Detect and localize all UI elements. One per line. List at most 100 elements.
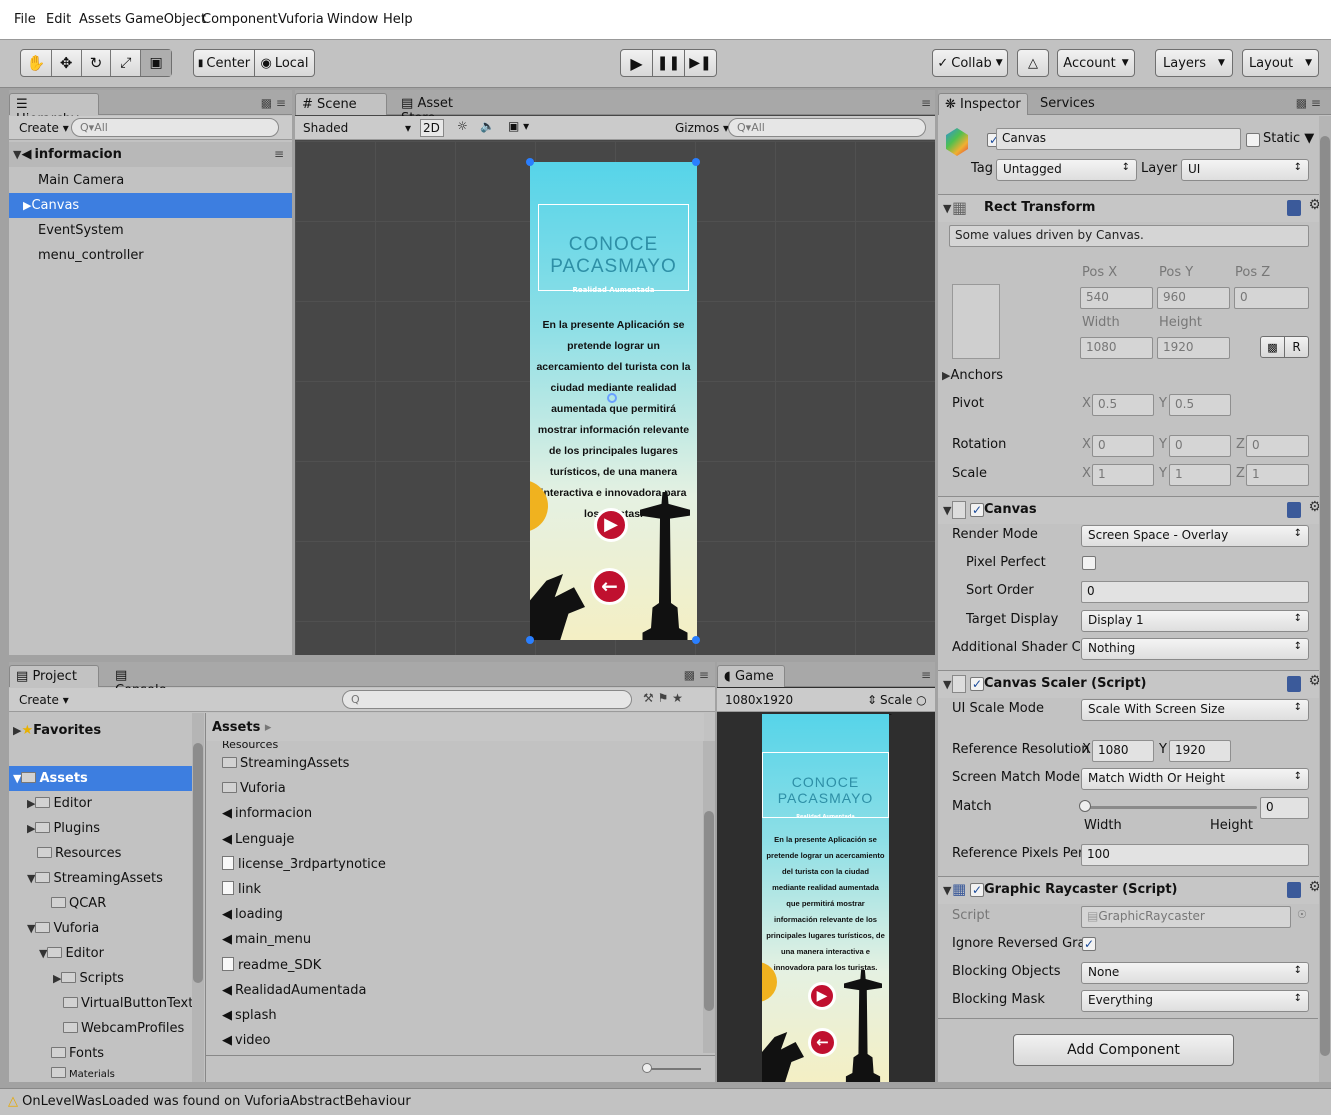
tab-asset-store[interactable]: ▤ Asset Store <box>395 93 495 126</box>
canvas-scaler-enabled-checkbox[interactable]: ✓ <box>970 677 984 691</box>
panel-menu-icon[interactable]: ≡ <box>921 668 931 682</box>
asset-item[interactable]: ◀ loading <box>222 902 701 927</box>
pause-button[interactable]: ❚❚ <box>652 49 685 77</box>
asset-breadcrumb[interactable]: Assets ▸ <box>206 713 704 741</box>
tree-assets[interactable]: ▼ Assets <box>9 766 204 791</box>
tree-item[interactable]: ▼ Vuforia <box>9 916 204 941</box>
add-component-button[interactable]: Add Component <box>1013 1034 1234 1066</box>
audio-toggle-icon[interactable]: 🔈 <box>480 119 495 133</box>
cloud-button[interactable]: △ <box>1017 49 1049 77</box>
mode-2d-toggle[interactable]: 2D <box>420 119 444 137</box>
asset-item[interactable]: ◀ main_menu <box>222 927 701 952</box>
menu-edit[interactable]: Edit <box>46 12 71 27</box>
asset-item[interactable]: ◀ informacion <box>222 801 701 826</box>
menu-vuforia[interactable]: Vuforia <box>278 12 324 27</box>
asset-item[interactable]: readme_SDK <box>222 953 701 978</box>
tree-item[interactable]: Resources <box>9 841 204 866</box>
tree-item[interactable]: ▶ Editor <box>9 791 204 816</box>
tree-item[interactable]: ▼ StreamingAssets <box>9 866 204 891</box>
scene-menu-icon[interactable]: ≡ <box>274 142 284 167</box>
rect-tool-icon[interactable]: ▣ <box>140 50 171 76</box>
shading-mode-dropdown[interactable]: Shaded <box>303 121 348 135</box>
reference-resolution-y-field[interactable]: 1920 <box>1169 740 1231 762</box>
play-button[interactable]: ▶ <box>620 49 653 77</box>
sort-order-field[interactable]: 0 <box>1081 581 1309 603</box>
project-create-dropdown[interactable]: Create ▾ <box>19 693 69 707</box>
panel-menu-icon[interactable]: ▩ ≡ <box>1296 96 1321 110</box>
menu-help[interactable]: Help <box>383 12 413 27</box>
panel-menu-icon[interactable]: ▩ ≡ <box>261 96 286 110</box>
gameobject-name-field[interactable]: Canvas <box>996 128 1241 150</box>
asset-item[interactable]: StreamingAssets <box>222 751 701 776</box>
ui-scale-mode-dropdown[interactable]: Scale With Screen Size <box>1081 699 1309 721</box>
match-slider-thumb[interactable] <box>1079 800 1091 812</box>
hand-tool-icon[interactable]: ✋ <box>21 54 51 72</box>
status-bar[interactable]: △ OnLevelWasLoaded was found on VuforiaA… <box>0 1088 1331 1115</box>
match-value-field[interactable]: 0 <box>1260 797 1309 819</box>
reference-resolution-x-field[interactable]: 1080 <box>1092 740 1154 762</box>
asset-item-partial[interactable]: Resources <box>222 741 278 749</box>
hierarchy-create-dropdown[interactable]: Create ▾ <box>19 121 69 135</box>
scene-root-row[interactable]: ▼◀ informacion ≡ <box>9 142 292 167</box>
tree-item[interactable]: ▶ Plugins <box>9 816 204 841</box>
raycaster-enabled-checkbox[interactable]: ✓ <box>970 883 984 897</box>
layer-dropdown[interactable]: UI <box>1181 159 1309 181</box>
tag-dropdown[interactable]: Untagged <box>996 159 1137 181</box>
filter-by-type-icon[interactable]: ⚒ ⚑ ★ <box>643 691 683 705</box>
layers-dropdown[interactable]: Layers ▼ <box>1155 49 1233 77</box>
rect-handle-icon[interactable] <box>526 636 534 644</box>
help-book-icon[interactable] <box>1287 882 1301 898</box>
asset-scroll-thumb[interactable] <box>704 811 714 1011</box>
asset-item[interactable]: ◀ RealidadAumentada <box>222 978 701 1003</box>
match-slider-track[interactable] <box>1085 806 1257 809</box>
rect-handle-icon[interactable] <box>692 636 700 644</box>
blocking-mask-dropdown[interactable]: Everything <box>1081 990 1309 1012</box>
additional-shader-dropdown[interactable]: Nothing <box>1081 638 1309 660</box>
tab-hierarchy[interactable]: ☰ Hierarchy <box>9 93 99 127</box>
inspector-scrollbar[interactable] <box>1319 116 1331 1082</box>
tab-project[interactable]: ▤ Project <box>9 665 99 687</box>
menu-file[interactable]: File <box>14 12 36 27</box>
menu-component[interactable]: Component <box>202 12 277 27</box>
asset-item[interactable]: license_3rdpartynotice <box>222 852 701 877</box>
menu-assets[interactable]: Assets <box>79 12 121 27</box>
tree-item[interactable]: ▶ Scripts <box>9 966 204 991</box>
tree-item[interactable]: ▼ Editor <box>9 941 204 966</box>
gizmos-dropdown[interactable]: Gizmos ▾ <box>675 121 729 135</box>
lighting-toggle-icon[interactable]: ☼ <box>457 119 468 133</box>
raw-edit-button[interactable]: R <box>1284 336 1309 358</box>
project-search-input[interactable]: Q <box>342 690 632 709</box>
resolution-dropdown[interactable]: 1080x1920 <box>725 693 793 707</box>
pivot-local-button[interactable]: ◉ Local <box>254 49 315 77</box>
move-tool-icon[interactable]: ✥ <box>50 50 81 76</box>
canvas-component-header[interactable]: ▼ ✓ Canvas ⚙ <box>938 496 1331 524</box>
static-dropdown[interactable]: Static ▼ <box>1263 131 1314 146</box>
tab-game[interactable]: ◖ Game <box>717 665 785 687</box>
collab-dropdown[interactable]: ✓ Collab ▼ <box>932 49 1008 77</box>
tree-item[interactable]: QCAR <box>9 891 204 916</box>
account-dropdown[interactable]: Account ▼ <box>1057 49 1135 77</box>
rect-handle-icon[interactable] <box>526 158 534 166</box>
scene-search-input[interactable]: Q▾All <box>728 118 926 137</box>
asset-item[interactable]: ◀ video <box>222 1028 701 1053</box>
panel-menu-icon[interactable]: ≡ <box>921 96 931 110</box>
render-mode-dropdown[interactable]: Screen Space - Overlay <box>1081 525 1309 547</box>
target-display-dropdown[interactable]: Display 1 <box>1081 610 1309 632</box>
asset-item[interactable]: Vuforia <box>222 776 701 801</box>
static-checkbox[interactable] <box>1246 133 1260 147</box>
graphic-raycaster-header[interactable]: ▼ ▦ ✓ Graphic Raycaster (Script) ⚙ <box>938 876 1331 904</box>
asset-scrollbar[interactable] <box>703 741 715 1053</box>
rect-handle-icon[interactable] <box>692 158 700 166</box>
tab-services[interactable]: Services <box>1034 93 1104 115</box>
asset-item[interactable]: link <box>222 877 701 902</box>
effects-toggle-icon[interactable]: ▣ ▾ <box>508 119 529 133</box>
pivot-handle-icon[interactable] <box>607 393 617 403</box>
screen-match-mode-dropdown[interactable]: Match Width Or Height <box>1081 768 1309 790</box>
hierarchy-item-canvas[interactable]: ▶Canvas <box>9 193 292 218</box>
reference-pixels-field[interactable]: 100 <box>1081 844 1309 866</box>
tree-item[interactable]: VirtualButtonTextur <box>9 991 204 1016</box>
ignore-reversed-checkbox[interactable]: ✓ <box>1082 937 1096 951</box>
tree-scroll-thumb[interactable] <box>193 743 203 983</box>
icon-size-slider-thumb[interactable] <box>642 1063 652 1073</box>
inspector-scroll-thumb[interactable] <box>1320 136 1330 1056</box>
